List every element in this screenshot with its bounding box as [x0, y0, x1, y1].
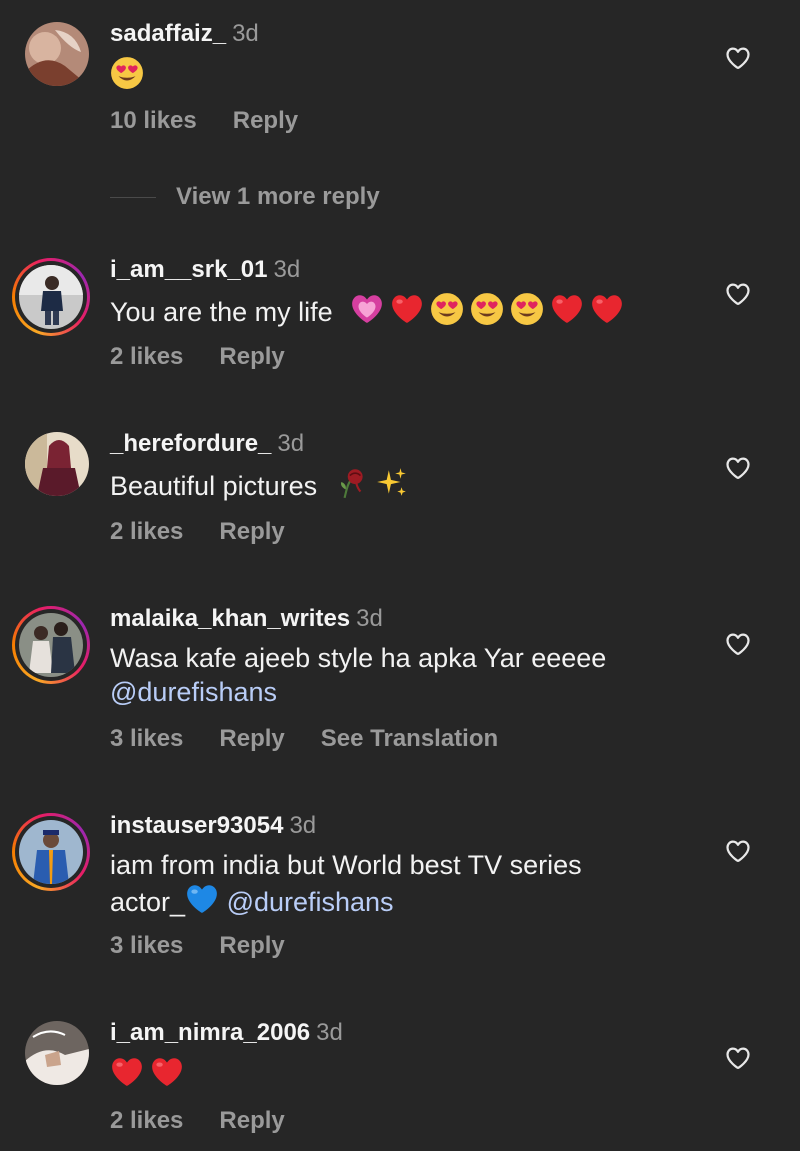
avatar[interactable] — [25, 432, 89, 496]
comment-username[interactable]: _herefordure_ — [110, 430, 271, 457]
red-heart-emoji-icon — [550, 292, 584, 326]
divider — [110, 196, 156, 198]
likes-count[interactable]: 3 likes — [110, 725, 183, 752]
red-heart-emoji-icon — [110, 1055, 144, 1089]
avatar[interactable] — [19, 820, 83, 884]
comments-list: sadaffaiz_ 3d 10 likes Reply View 1 more r… — [0, 0, 800, 1151]
view-more-replies[interactable]: View 1 more reply — [110, 182, 380, 212]
story-ring[interactable] — [12, 813, 90, 891]
like-heart-icon[interactable] — [724, 1044, 752, 1072]
avatar[interactable] — [19, 265, 83, 329]
reply-button[interactable]: Reply — [219, 343, 284, 370]
likes-count[interactable]: 2 likes — [110, 343, 183, 370]
likes-count[interactable]: 2 likes — [110, 1107, 183, 1134]
avatar[interactable] — [19, 613, 83, 677]
story-ring[interactable] — [12, 258, 90, 336]
likes-count[interactable]: 10 likes — [110, 107, 197, 134]
likes-count[interactable]: 3 likes — [110, 932, 183, 959]
pink-heart-emoji-icon — [350, 292, 384, 326]
comment-text: You are the my life — [110, 297, 333, 327]
like-heart-icon[interactable] — [724, 630, 752, 658]
red-heart-emoji-icon — [390, 292, 424, 326]
reply-button[interactable]: Reply — [233, 107, 298, 134]
comment-username[interactable]: i_am_nimra_2006 — [110, 1019, 310, 1046]
reply-button[interactable]: Reply — [219, 1107, 284, 1134]
comment-username[interactable]: sadaffaiz_ — [110, 20, 226, 47]
heart-eyes-emoji-icon — [510, 292, 544, 326]
reply-button[interactable]: Reply — [219, 725, 284, 752]
comment-text: Beautiful pictures — [110, 471, 318, 501]
comment-text: iam from india but World best TV series — [110, 850, 582, 880]
like-heart-icon[interactable] — [724, 454, 752, 482]
story-ring[interactable] — [12, 606, 90, 684]
blue-heart-emoji-icon — [185, 882, 219, 916]
heart-eyes-emoji-icon — [430, 292, 464, 326]
see-translation-button[interactable]: See Translation — [321, 725, 498, 752]
comment-time: 3d — [273, 256, 301, 283]
comment-time: 3d — [316, 1019, 343, 1046]
mention-link[interactable]: @durefishans — [227, 887, 394, 917]
likes-count[interactable]: 2 likes — [110, 518, 183, 545]
sparkles-emoji-icon — [375, 466, 409, 500]
red-heart-emoji-icon — [150, 1055, 184, 1089]
comment-text: Wasa kafe ajeeb style ha apka Yar eeeee — [110, 643, 607, 673]
heart-eyes-emoji-icon — [470, 292, 504, 326]
comment-time: 3d — [232, 20, 259, 47]
mention-link[interactable]: @durefishans — [110, 675, 670, 709]
reply-button[interactable]: Reply — [219, 518, 284, 545]
comment-username[interactable]: instauser93054 — [110, 812, 283, 839]
comment-time: 3d — [289, 812, 317, 839]
comment-text: actor_ — [110, 887, 186, 917]
comment-time: 3d — [277, 430, 305, 457]
comment-username[interactable]: malaika_khan_writes — [110, 605, 350, 632]
like-heart-icon[interactable] — [724, 44, 752, 72]
red-heart-emoji-icon — [590, 292, 624, 326]
comment-time: 3d — [356, 605, 383, 632]
wilted-rose-emoji-icon — [335, 466, 369, 500]
avatar[interactable] — [25, 22, 89, 86]
avatar[interactable] — [25, 1021, 89, 1085]
view-more-replies-label[interactable]: View 1 more reply — [176, 183, 380, 211]
like-heart-icon[interactable] — [724, 837, 752, 865]
heart-eyes-emoji-icon — [110, 56, 144, 90]
reply-button[interactable]: Reply — [219, 932, 284, 959]
like-heart-icon[interactable] — [724, 280, 752, 308]
comment-username[interactable]: i_am__srk_01 — [110, 256, 267, 283]
